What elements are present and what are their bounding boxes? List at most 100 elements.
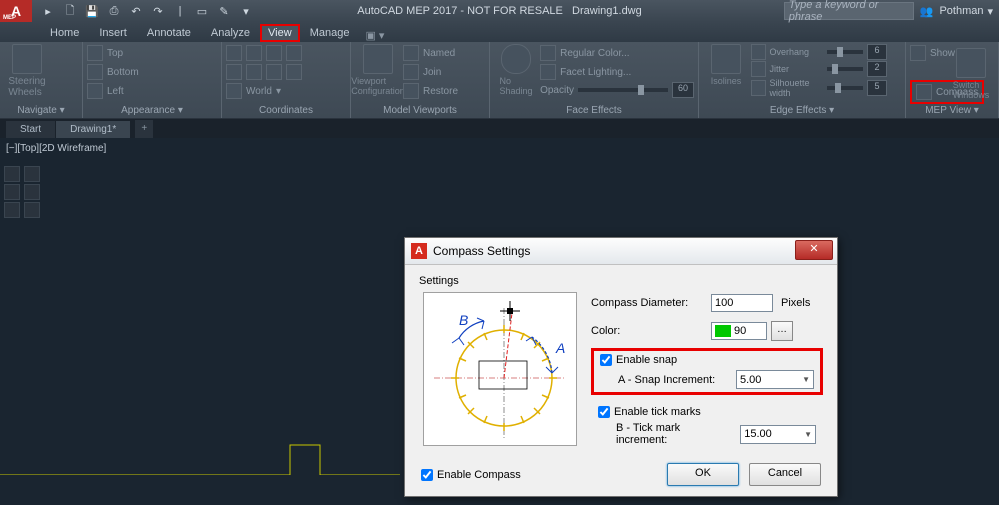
tab-view[interactable]: View [260, 24, 300, 42]
sphere-icon [501, 44, 531, 74]
viewport-config-button[interactable]: ViewportConfiguration [355, 44, 401, 96]
app-logo[interactable]: AMEP [0, 0, 32, 22]
view-bottom-button[interactable]: Bottom [87, 63, 139, 81]
panel-title-navigate[interactable]: Navigate ▾ [0, 105, 82, 116]
panel-title-appearance[interactable]: Appearance ▾ [83, 105, 221, 116]
regular-color-button[interactable]: Regular Color... [540, 44, 694, 62]
shading-button[interactable]: NoShading [494, 44, 538, 96]
compass-preview: B A [423, 292, 577, 446]
ucs-icon-3[interactable] [266, 45, 282, 61]
join-icon [403, 64, 419, 80]
title-bar: AMEP ▸ 🗋 💾 ⎙ ↶ ↷ | ▭ ✎ ▾ AutoCAD MEP 201… [0, 0, 999, 22]
tab-analyze[interactable]: Analyze [201, 24, 260, 42]
chevron-down-icon: ▼ [804, 430, 812, 439]
flow-icon [910, 45, 926, 61]
plot-icon[interactable]: ⎙ [106, 3, 122, 19]
color-icon [540, 45, 556, 61]
steering-wheels-button[interactable]: SteeringWheels [4, 44, 50, 98]
search-input[interactable]: Type a keyword or phrase [784, 2, 914, 20]
silhouette-value[interactable]: 5 [867, 80, 887, 96]
redo-icon[interactable]: ↷ [150, 3, 166, 19]
cancel-button[interactable]: Cancel [749, 463, 821, 486]
panel-title-viewports: Model Viewports [351, 105, 489, 116]
panel-appearance: Top Bottom Left Appearance ▾ [83, 42, 222, 118]
vp-named-button[interactable]: Named [403, 44, 458, 62]
ucs-icon-6[interactable] [246, 64, 262, 80]
overhang-icon [751, 44, 766, 60]
doc-tab-start[interactable]: Start [6, 121, 56, 138]
quick-access-toolbar: ▸ 🗋 💾 ⎙ ↶ ↷ | ▭ ✎ ▾ [40, 3, 254, 19]
ucs-icon-4[interactable] [286, 45, 302, 61]
qat-dropdown-icon[interactable]: ▾ [238, 3, 254, 19]
nav-tool-5[interactable] [24, 184, 40, 200]
isolines-button[interactable]: Isolines [703, 44, 749, 86]
cube-bottom-icon [87, 64, 103, 80]
ucs-icon-5[interactable] [226, 64, 242, 80]
dialog-titlebar[interactable]: A Compass Settings ✕ [405, 238, 837, 265]
vp-join-button[interactable]: Join [403, 63, 458, 81]
new-tab-button[interactable]: + [135, 120, 153, 138]
enable-compass-label: Enable Compass [437, 469, 521, 481]
signin-icon[interactable]: 👥 [920, 5, 934, 18]
view-left-button[interactable]: Left [87, 82, 124, 100]
tab-manage[interactable]: Manage [300, 24, 360, 42]
windows-icon [956, 48, 986, 78]
panel-title-mepview[interactable]: MEP View ▾ [906, 105, 998, 116]
panel-title-edge[interactable]: Edge Effects ▾ [699, 105, 905, 116]
enable-compass-checkbox[interactable] [421, 469, 433, 481]
panel-face-effects: NoShading Regular Color... Facet Lightin… [490, 42, 699, 118]
tick-increment-combo[interactable]: 15.00▼ [740, 425, 816, 444]
panel-navigate: SteeringWheels Navigate ▾ [0, 42, 83, 118]
nav-tool-4[interactable] [24, 166, 40, 182]
tab-insert[interactable]: Insert [89, 24, 137, 42]
ucs-icon-7[interactable] [266, 64, 282, 80]
panel-title-coordinates: Coordinates [222, 105, 350, 116]
view-top-button[interactable]: Top [87, 44, 123, 62]
layer-icon[interactable]: ▭ [194, 3, 210, 19]
color-label: Color: [591, 325, 711, 337]
dialog-close-button[interactable]: ✕ [795, 240, 833, 260]
compass-icon [916, 84, 932, 100]
globe-icon [226, 83, 242, 99]
tab-home[interactable]: Home [40, 24, 89, 42]
enable-snap-label: Enable snap [616, 354, 677, 366]
overhang-value[interactable]: 6 [867, 44, 887, 60]
enable-ticks-checkbox[interactable] [598, 406, 610, 418]
wheel-icon [12, 44, 42, 74]
diameter-input[interactable] [711, 294, 773, 312]
tab-annotate[interactable]: Annotate [137, 24, 201, 42]
nav-tool-1[interactable] [4, 166, 20, 182]
snap-increment-combo[interactable]: 5.00▼ [736, 370, 814, 389]
diameter-unit: Pixels [781, 297, 810, 309]
undo-icon[interactable]: ↶ [128, 3, 144, 19]
open-icon[interactable]: 🗋 [62, 3, 78, 19]
color-swatch[interactable]: 90 [711, 322, 767, 340]
doc-tab-drawing1[interactable]: Drawing1* [56, 121, 131, 138]
ucs-icon-2[interactable] [246, 45, 262, 61]
opacity-slider[interactable]: Opacity 60 [540, 82, 694, 98]
viewport-label[interactable]: [−][Top][2D Wireframe] [6, 143, 106, 154]
user-menu[interactable]: Pothman ▾ [939, 5, 993, 18]
ucs-icon-1[interactable] [226, 45, 242, 61]
chevron-down-icon: ▼ [802, 375, 810, 384]
nav-tool-6[interactable] [24, 202, 40, 218]
switch-windows-button[interactable]: SwitchWindows [948, 48, 994, 100]
ribbon-expand-icon[interactable]: ▣ ▾ [365, 29, 384, 42]
wcs-dropdown[interactable]: World ▾ [226, 82, 281, 100]
color-browse-button[interactable]: … [771, 321, 793, 341]
opacity-value[interactable]: 60 [672, 82, 694, 98]
vp-restore-button[interactable]: Restore [403, 82, 458, 100]
enable-snap-checkbox[interactable] [600, 354, 612, 366]
nav-tool-2[interactable] [4, 184, 20, 200]
snap-increment-label: A - Snap Increment: [618, 374, 728, 386]
save-icon[interactable]: 💾 [84, 3, 100, 19]
ok-button[interactable]: OK [667, 463, 739, 486]
facet-lighting-button[interactable]: Facet Lighting... [540, 63, 694, 81]
nav-tool-3[interactable] [4, 202, 20, 218]
ucs-icon-8[interactable] [286, 64, 302, 80]
match-icon[interactable]: ✎ [216, 3, 232, 19]
new-icon[interactable]: ▸ [40, 3, 56, 19]
jitter-value[interactable]: 2 [867, 61, 887, 77]
light-icon [540, 64, 556, 80]
named-icon [403, 45, 419, 61]
